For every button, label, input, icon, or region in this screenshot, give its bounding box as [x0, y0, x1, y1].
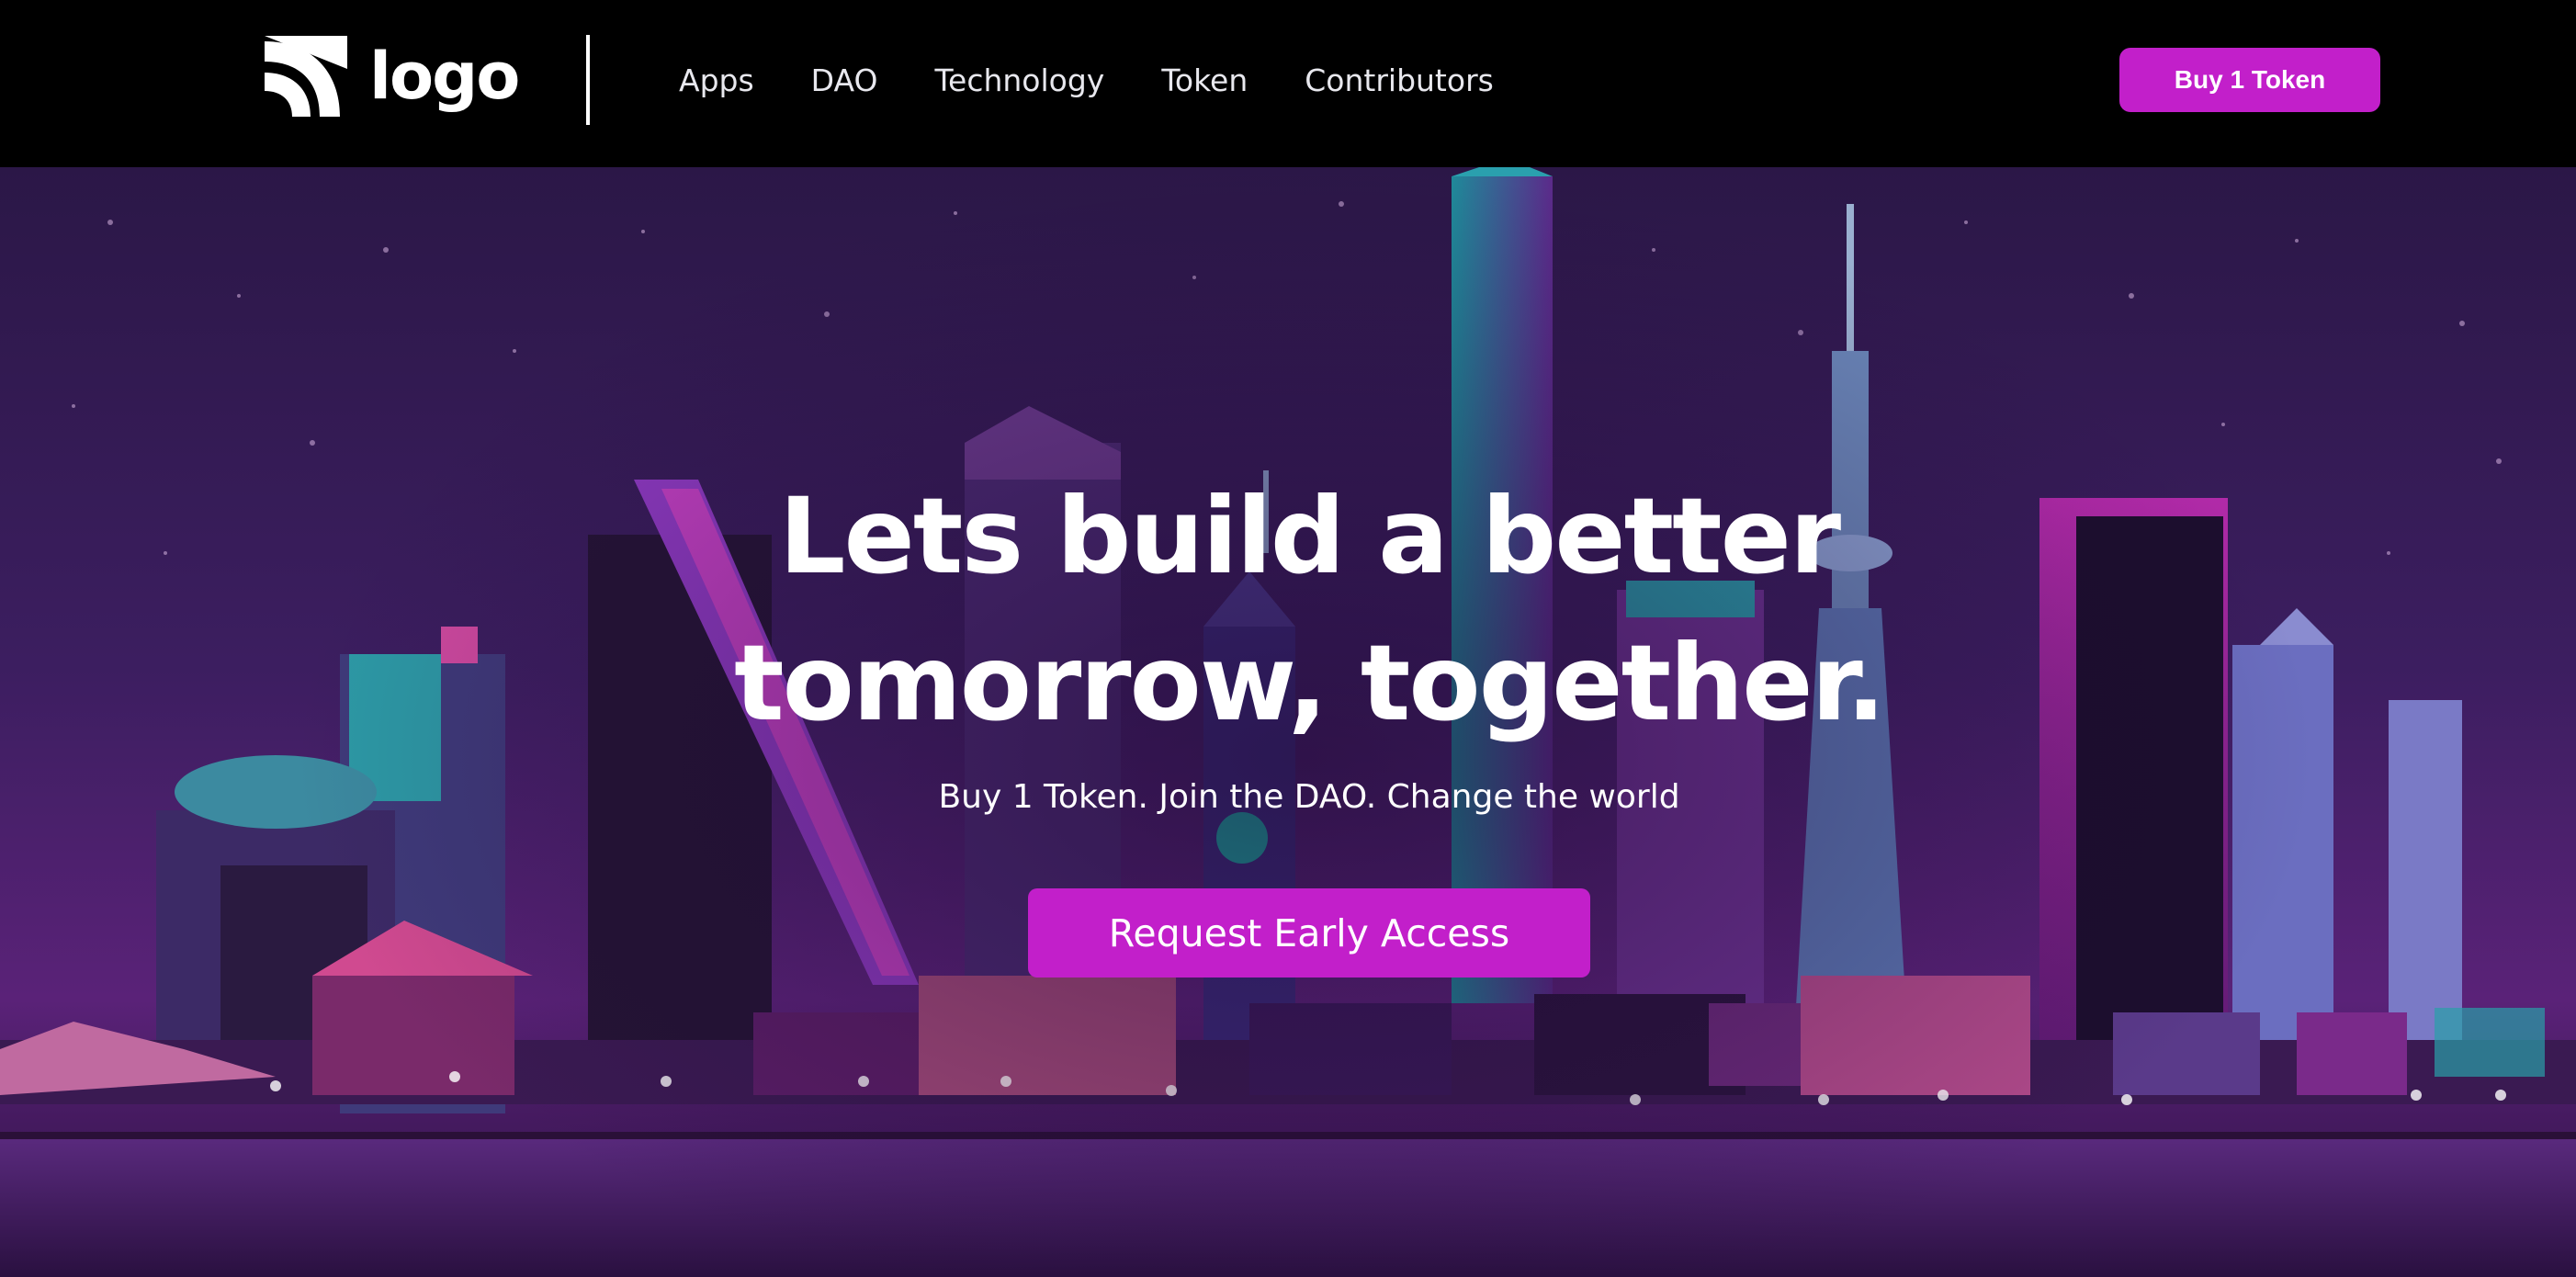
hero-headline-line-2: tomorrow, together.	[734, 622, 1886, 744]
nav-link-contributors[interactable]: Contributors	[1305, 53, 1494, 108]
nav-link-token[interactable]: Token	[1161, 53, 1248, 108]
buy-token-button[interactable]: Buy 1 Token	[2119, 48, 2380, 112]
hero-section: Lets build a better tomorrow, together. …	[0, 167, 2576, 1277]
hero-headline-line-1: Lets build a better	[778, 475, 1841, 597]
logo-text: logo	[369, 39, 520, 114]
hero-headline: Lets build a better tomorrow, together.	[0, 463, 2576, 757]
nav-link-apps[interactable]: Apps	[679, 53, 754, 108]
nav-link-dao[interactable]: DAO	[811, 53, 878, 108]
nav-link-technology[interactable]: Technology	[934, 53, 1104, 108]
request-early-access-button[interactable]: Request Early Access	[1028, 888, 1590, 978]
nav-links: Apps DAO Technology Token Contributors	[679, 53, 1494, 108]
nav-divider	[586, 35, 590, 125]
landing-page: logo Apps DAO Technology Token Contribut…	[0, 0, 2576, 1277]
signal-arcs-icon	[265, 36, 347, 117]
site-logo[interactable]: logo	[263, 33, 520, 119]
top-nav: logo Apps DAO Technology Token Contribut…	[0, 0, 2576, 167]
hero-subline: Buy 1 Token. Join the DAO. Change the wo…	[938, 778, 1680, 816]
